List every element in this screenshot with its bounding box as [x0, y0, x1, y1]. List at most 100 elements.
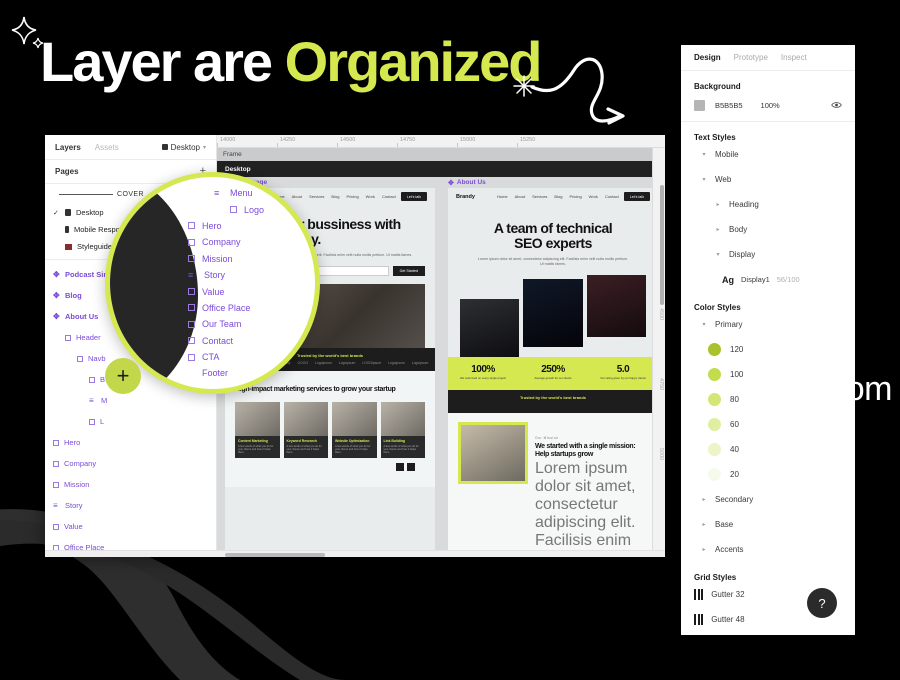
artboard-about-us[interactable]: ✥ About Us Brandy Home About Services Bl…: [448, 177, 658, 550]
frame-icon: [188, 353, 195, 361]
help-button[interactable]: ?: [807, 588, 837, 618]
layer-row[interactable]: Our Team: [188, 316, 264, 332]
layer-row[interactable]: Company: [45, 453, 216, 474]
layer-label: Our Team: [202, 319, 242, 330]
magnifier-lens: ≡ Menu Logo Hero Company Mission ≡ Story…: [105, 172, 320, 394]
client-logo: Logoipsum: [315, 361, 332, 365]
desktop-icon: [65, 209, 71, 216]
layer-row[interactable]: Contact: [188, 333, 264, 349]
tab-design[interactable]: Design: [694, 53, 721, 62]
layer-row[interactable]: ≡ Story: [188, 267, 264, 283]
design-panel-tabs: Design Prototype Inspect: [681, 45, 855, 71]
nav-link: Pricing: [346, 194, 359, 199]
mission-image: [458, 421, 528, 484]
text-style-mobile[interactable]: ▾ Mobile: [694, 142, 842, 167]
layer-row[interactable]: ≡ M: [45, 390, 216, 411]
layer-row[interactable]: Hero: [188, 218, 264, 234]
component-icon: ✥: [53, 270, 60, 279]
nav-link: Work: [588, 194, 598, 199]
layer-label: M: [101, 396, 108, 405]
layer-label: Office Place: [202, 302, 251, 313]
eye-icon[interactable]: [831, 101, 842, 111]
canvas-vertical-scrollbar[interactable]: [659, 185, 664, 305]
color-group-base[interactable]: ▸ Base: [694, 512, 842, 537]
color-group-accents[interactable]: ▸ Accents: [694, 537, 842, 562]
color-group-primary[interactable]: ▾ Primary: [694, 312, 842, 337]
text-style-body[interactable]: ▸ Body: [694, 217, 842, 242]
nav-link: Home: [496, 194, 508, 199]
mock-headline: A team of technical SEO experts: [448, 205, 658, 251]
page-selector[interactable]: Desktop ▾: [161, 143, 206, 152]
text-style-web[interactable]: ▾ Web: [694, 167, 842, 192]
frame-icon: [188, 238, 195, 246]
ruler-tick: 5000: [658, 448, 664, 461]
layer-row[interactable]: CTA: [188, 349, 264, 365]
layer-row[interactable]: Logo: [188, 201, 264, 217]
chevron-right-icon: ▸: [716, 202, 720, 208]
pages-title: Pages: [55, 167, 79, 176]
tab-assets[interactable]: Assets: [95, 143, 119, 152]
tab-prototype[interactable]: Prototype: [734, 53, 768, 62]
layer-row[interactable]: Company: [188, 234, 264, 250]
ruler-tick: 4750: [658, 378, 664, 391]
grid-style-label: Gutter 32: [711, 590, 745, 599]
flag-icon: [65, 243, 72, 250]
text-style-preview[interactable]: Ag Display1 56/100: [694, 267, 842, 292]
component-icon: ✥: [53, 312, 60, 321]
opacity-value[interactable]: 100%: [761, 101, 780, 110]
color-swatch-row[interactable]: 60: [694, 412, 842, 437]
card-title: Website Optimization: [335, 438, 370, 443]
color-swatch-row[interactable]: 40: [694, 437, 842, 462]
layer-row[interactable]: L: [45, 411, 216, 432]
chevron-right-icon: ▸: [702, 497, 706, 503]
layer-row[interactable]: ≡ Menu: [188, 185, 264, 201]
tab-inspect[interactable]: Inspect: [781, 53, 807, 62]
nav-links: Home About Services Blog Pricing Work Co…: [274, 194, 396, 199]
layer-label: Hero: [64, 438, 81, 447]
layer-row[interactable]: Mission: [188, 251, 264, 267]
text-style-heading[interactable]: ▸ Heading: [694, 192, 842, 217]
scrollbar-thumb[interactable]: [225, 552, 325, 557]
frame-icon: [77, 355, 83, 362]
color-label: 40: [730, 445, 739, 454]
nav-link: Work: [365, 194, 375, 199]
color-swatch: [708, 343, 721, 356]
layer-row[interactable]: Hero: [45, 432, 216, 453]
color-swatch-row[interactable]: 120: [694, 337, 842, 362]
color-group-label: Secondary: [715, 495, 754, 504]
color-hex-value[interactable]: B5B5B5: [715, 101, 743, 110]
layer-row[interactable]: Office Place: [45, 537, 216, 550]
horizontal-ruler: 14000 14250 14500 14750 15000 15250: [217, 135, 665, 148]
layer-row[interactable]: ≡ Story: [45, 495, 216, 516]
layer-label: Story: [204, 270, 226, 281]
stat-item: 250% Average growth for our clients: [518, 364, 588, 381]
layer-row[interactable]: Value: [188, 283, 264, 299]
canvas-horizontal-scrollbar[interactable]: [45, 550, 665, 557]
layer-label: Mission: [202, 253, 233, 264]
card-title: Link Building: [383, 438, 405, 443]
tab-layers[interactable]: Layers: [55, 143, 81, 152]
grid-style-label: Gutter 48: [711, 615, 745, 624]
color-swatch[interactable]: [694, 100, 705, 111]
text-style-label: Heading: [729, 200, 759, 209]
color-swatch-row[interactable]: 100: [694, 362, 842, 387]
hero-banner: Layer are Organized: [0, 0, 680, 130]
zoom-in-button[interactable]: +: [105, 358, 141, 394]
layer-label: Footer: [202, 368, 229, 379]
text-style-display[interactable]: ▾ Display: [694, 242, 842, 267]
color-group-secondary[interactable]: ▸ Secondary: [694, 487, 842, 512]
layer-row[interactable]: Office Place: [188, 300, 264, 316]
ruler-tick: 4500: [658, 308, 664, 321]
layer-label: Office Place: [64, 543, 105, 550]
color-swatch-row[interactable]: 80: [694, 387, 842, 412]
frame-icon: [188, 337, 195, 345]
client-logo: GOGO: [297, 361, 309, 365]
layer-row[interactable]: Value: [45, 516, 216, 537]
frame-icon: [53, 481, 59, 488]
color-swatch-row[interactable]: 20: [694, 462, 842, 487]
card-body: A few words of what you do for your clie…: [238, 444, 274, 455]
layer-label: Navb: [88, 354, 106, 363]
layer-row[interactable]: Footer: [188, 365, 264, 381]
layer-row[interactable]: Mission: [45, 474, 216, 495]
stat-item: 100% We work hard on every single projec…: [448, 364, 518, 381]
